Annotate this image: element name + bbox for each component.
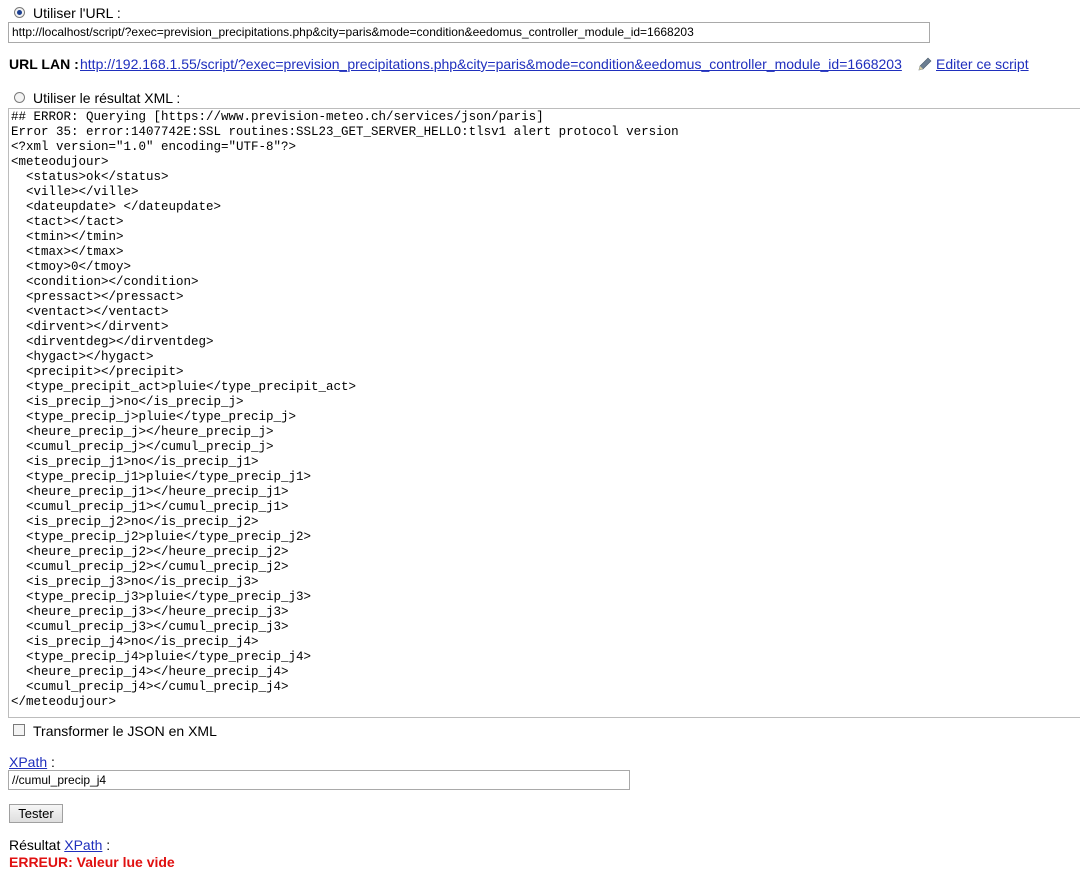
xml-radio[interactable] [14,92,25,103]
transform-json-checkbox[interactable] [13,724,25,736]
transform-json-label: Transformer le JSON en XML [33,723,217,739]
xpath-link[interactable]: XPath [9,754,47,770]
url-lan-label: URL LAN : [9,56,79,72]
edit-script-link[interactable]: Editer ce script [936,56,1029,72]
result-prefix: Résultat [9,837,65,853]
url-radio[interactable] [14,7,25,18]
result-label: Résultat XPath : [9,837,110,853]
url-lan-link[interactable]: http://192.168.1.55/script/?exec=previsi… [80,56,902,72]
result-error-message: ERREUR: Valeur lue vide [9,854,175,870]
pencil-icon[interactable] [917,56,933,72]
result-xpath-link[interactable]: XPath [64,837,102,853]
test-button[interactable]: Tester [9,804,63,823]
result-suffix: : [102,837,111,853]
xpath-input[interactable]: //cumul_precip_j4 [8,770,630,790]
xml-result-textarea[interactable]: ## ERROR: Querying [https://www.previsio… [8,108,1080,718]
xpath-label: XPath : [9,754,55,770]
xpath-label-suffix: : [47,754,55,770]
xml-option-label: Utiliser le résultat XML : [33,90,181,106]
url-input[interactable]: http://localhost/script/?exec=prevision_… [8,22,930,43]
url-option-label: Utiliser l'URL : [33,5,121,21]
